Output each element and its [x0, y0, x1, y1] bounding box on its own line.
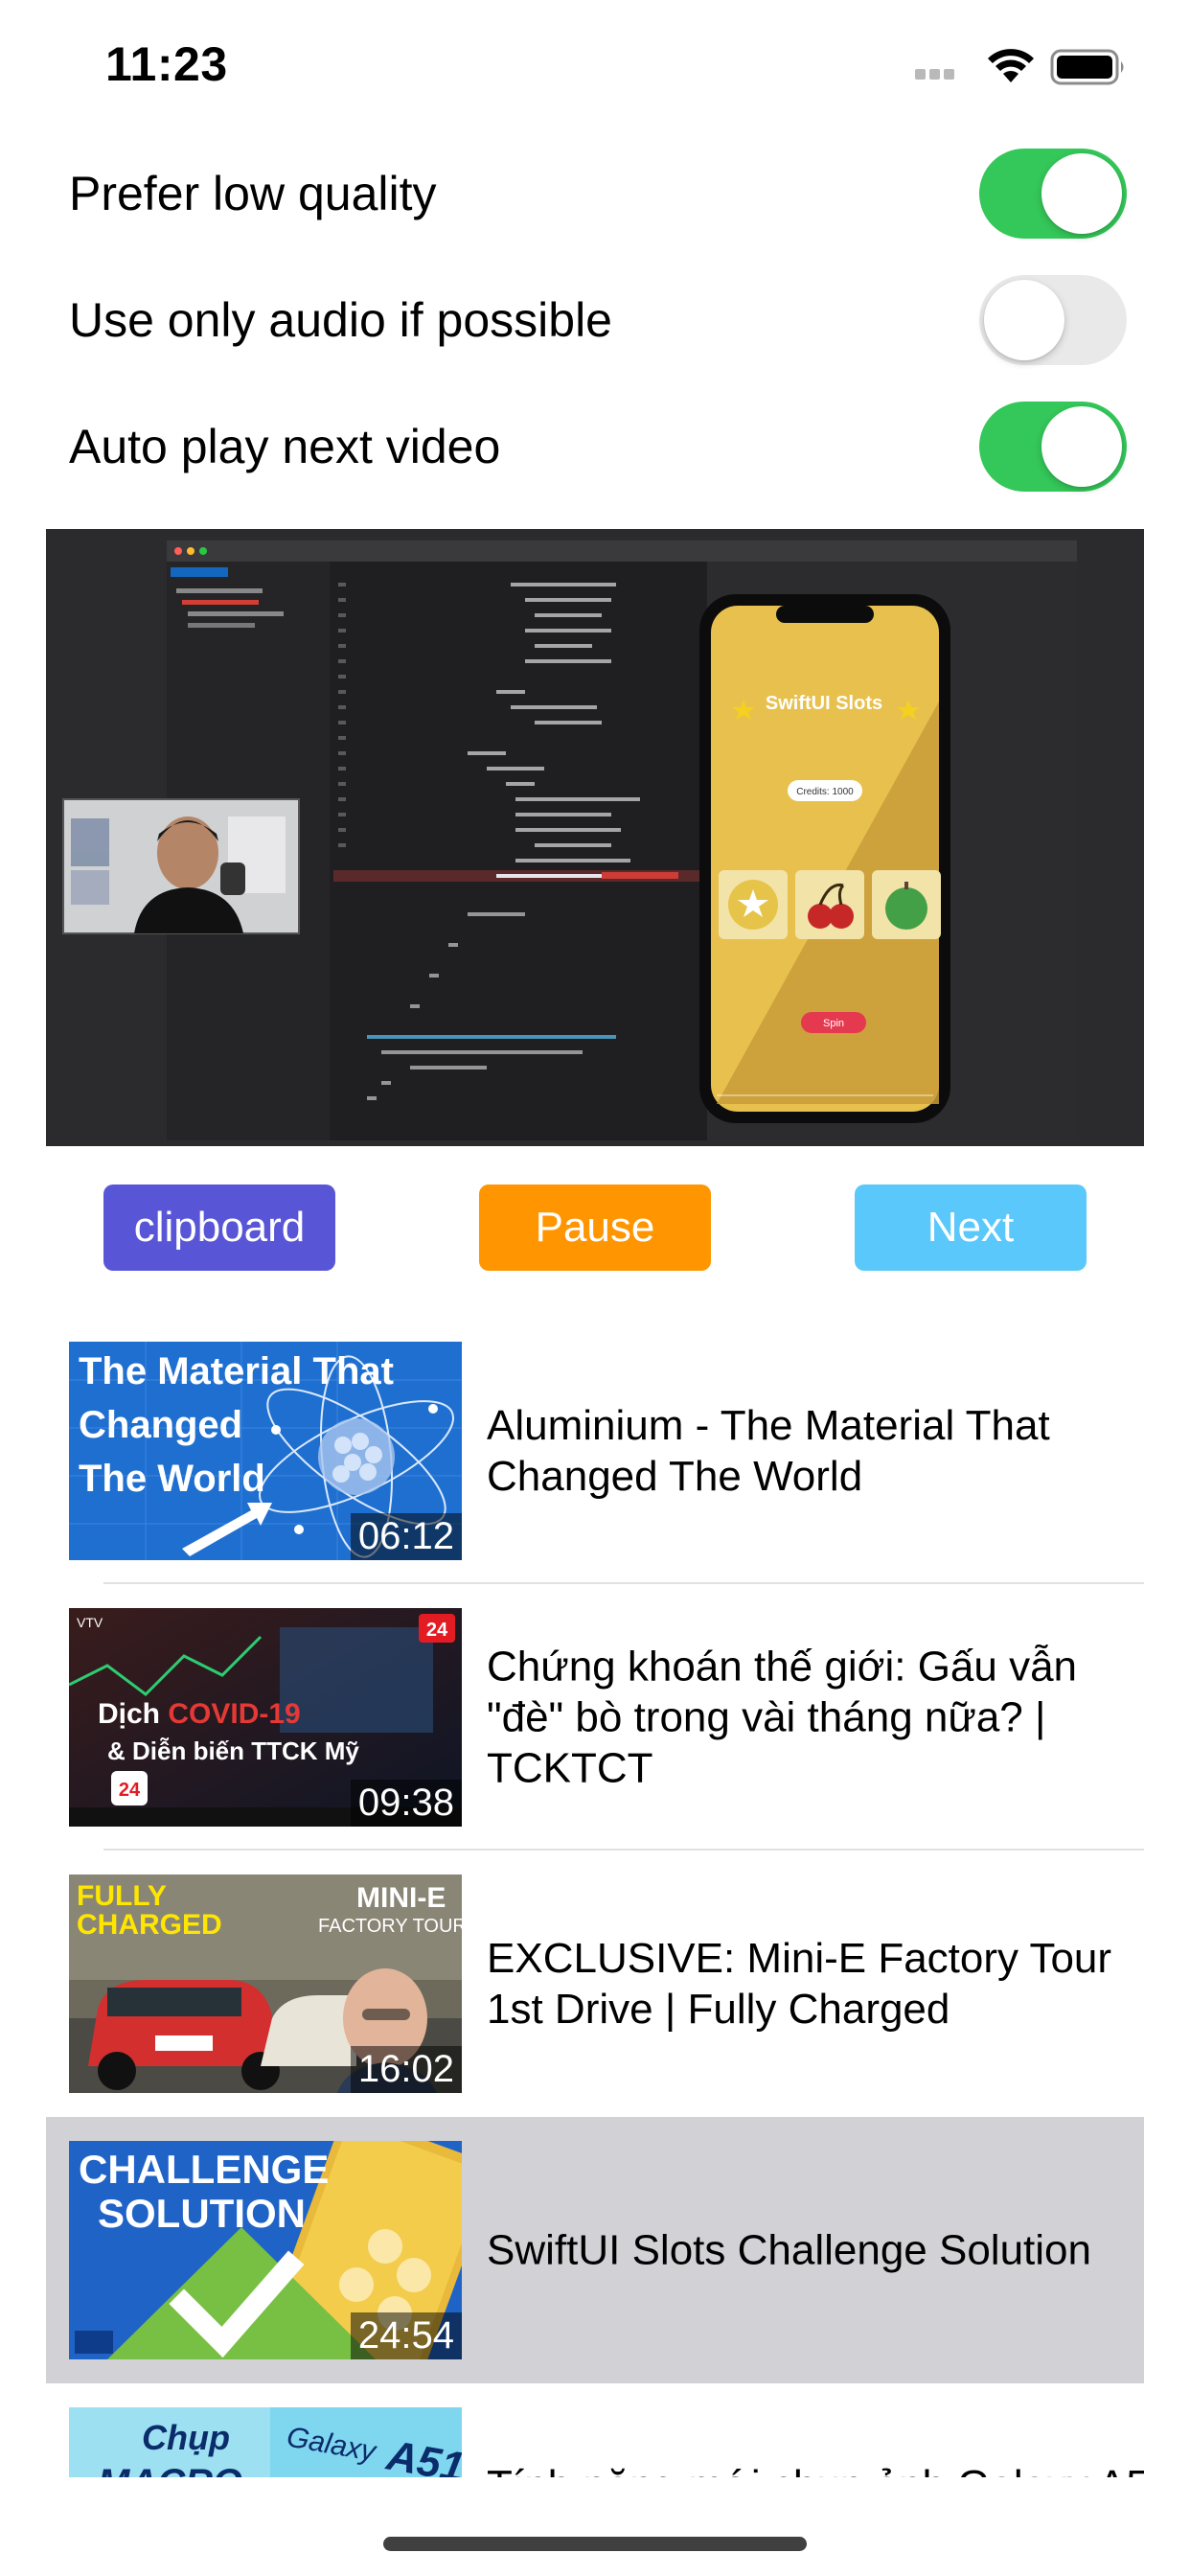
- thumb-text-line: FULLY: [77, 1880, 167, 1912]
- video-list-item[interactable]: 24 VTV Dịch COVID-19 & Diễn biến TTCK Mỹ…: [46, 1584, 1144, 1851]
- status-bar: 11:23: [0, 0, 1190, 134]
- video-thumbnail: CHALLENGE SOLUTION 24:54: [69, 2141, 462, 2359]
- toggle-knob: [1041, 406, 1122, 487]
- video-list-item[interactable]: The Material That Changed The World 06:1…: [46, 1318, 1144, 1584]
- video-duration: 24:54: [350, 2312, 462, 2359]
- video-duration: 06:12: [350, 1513, 462, 1560]
- channel-badge: 24: [426, 1620, 448, 1641]
- video-list-item[interactable]: Chụp MACRO Galaxy A51 Tính năng mới chụp…: [46, 2383, 1144, 2477]
- video-title: Aluminium - The Material That Changed Th…: [487, 1402, 1050, 1500]
- thumb-text-line: Changed: [79, 1404, 242, 1446]
- setting-prefer-low-quality: Prefer low quality: [0, 130, 1190, 257]
- channel-badge: 24: [119, 1780, 141, 1801]
- thumb-text-line: The Material That: [79, 1350, 394, 1392]
- thumb-text-line: FACTORY TOUR: [318, 1916, 462, 1937]
- thumb-text-line: The World: [79, 1458, 265, 1500]
- thumb-text-line: MACRO: [98, 2462, 242, 2477]
- audio-only-toggle[interactable]: [979, 275, 1127, 365]
- video-title: EXCLUSIVE: Mini-E Factory Tour 1st Drive…: [487, 1935, 1112, 2033]
- video-title: Chứng khoán thế giới: Gấu vẫn "đè" bò tr…: [487, 1643, 1078, 1792]
- setting-audio-only: Use only audio if possible: [0, 257, 1190, 383]
- video-thumbnail: 24 VTV Dịch COVID-19 & Diễn biến TTCK Mỹ…: [69, 1608, 462, 1827]
- setting-label: Use only audio if possible: [69, 293, 612, 347]
- thumb-text-line: & Diễn biến TTCK Mỹ: [107, 1736, 359, 1765]
- channel-logo: VTV: [77, 1615, 103, 1630]
- thumb-text-line: Dịch COVID-19: [98, 1698, 301, 1730]
- video-thumbnail: The Material That Changed The World 06:1…: [69, 1342, 462, 1560]
- thumb-text-line: Chụp: [142, 2418, 230, 2457]
- thumb-text-line: CHALLENGE: [79, 2147, 329, 2192]
- video-thumbnail: FULLY CHARGED MINI-E FACTORY TOUR 16:02: [69, 1874, 462, 2093]
- toggle-knob: [1041, 153, 1122, 234]
- pause-button[interactable]: Pause: [479, 1184, 711, 1271]
- setting-auto-play: Auto play next video: [0, 383, 1190, 510]
- thumb-text-line: SOLUTION: [98, 2191, 306, 2236]
- video-list[interactable]: The Material That Changed The World 06:1…: [46, 1318, 1144, 2477]
- toggle-knob: [984, 280, 1064, 360]
- setting-label: Prefer low quality: [69, 167, 437, 220]
- galaxy-a51-thumbnail-art: Chụp MACRO Galaxy A51: [69, 2407, 462, 2477]
- clipboard-button[interactable]: clipboard: [103, 1184, 335, 1271]
- cellular-signal-icon: [915, 67, 971, 80]
- next-button[interactable]: Next: [855, 1184, 1087, 1271]
- video-thumbnail: Chụp MACRO Galaxy A51: [69, 2407, 462, 2477]
- setting-label: Auto play next video: [69, 420, 501, 473]
- auto-play-toggle[interactable]: [979, 402, 1127, 492]
- home-indicator[interactable]: [383, 2537, 807, 2551]
- video-frame: SwiftUI Slots Credits: 1000 Spin: [46, 529, 1144, 1146]
- preview-spin: Spin: [823, 1018, 844, 1029]
- thumb-text-line: MINI-E: [356, 1882, 446, 1914]
- video-player[interactable]: SwiftUI Slots Credits: 1000 Spin: [46, 529, 1144, 1146]
- prefer-low-quality-toggle[interactable]: [979, 149, 1127, 239]
- wifi-icon: [988, 49, 1034, 82]
- preview-credits: Credits: 1000: [796, 787, 854, 797]
- video-title: Tính năng mới chụp ảnh Galaxy A51: [487, 2460, 1144, 2477]
- status-time: 11:23: [105, 37, 228, 91]
- video-duration: 09:38: [350, 1780, 462, 1827]
- video-duration: 16:02: [350, 2046, 462, 2093]
- video-title: SwiftUI Slots Challenge Solution: [487, 2226, 1091, 2274]
- thumb-text-line: CHARGED: [77, 1909, 222, 1941]
- video-list-item[interactable]: FULLY CHARGED MINI-E FACTORY TOUR 16:02 …: [46, 1851, 1144, 2117]
- battery-icon: [1050, 49, 1124, 85]
- preview-title: SwiftUI Slots: [766, 693, 882, 714]
- video-list-item-selected[interactable]: CHALLENGE SOLUTION 24:54 SwiftUI Slots C…: [46, 2117, 1144, 2383]
